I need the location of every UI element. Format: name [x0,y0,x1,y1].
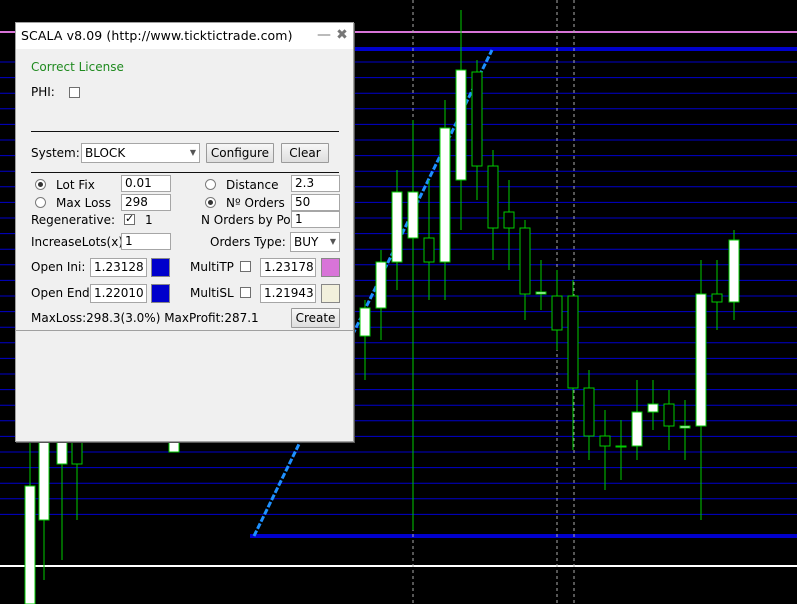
orders-type-select[interactable]: BUY ▼ [290,232,340,252]
system-selected: BLOCK [85,146,126,160]
phi-label: PHI: [31,85,55,99]
candle-body [695,293,707,427]
multi-tp-input[interactable]: 1.23178 [260,258,316,277]
n-orders-label: Nº Orders [226,196,285,210]
candle-body [71,439,83,465]
scala-panel: SCALA v8.09 (http://www.ticktictrade.com… [15,22,354,442]
candle-body [471,71,483,167]
n-orders-by-pos-input[interactable]: 1 [291,211,340,228]
multi-sl-label: MultiSL [190,286,234,300]
candle-body [56,439,68,465]
candle-body [455,69,467,181]
open-ini-label: Open Ini: [31,260,86,274]
candle-body [599,435,611,447]
candle-body [551,295,563,331]
candle-body [711,293,723,303]
candle-body [375,261,387,309]
candle-body [728,239,740,303]
n-orders-radio[interactable] [205,197,216,208]
candle-body [391,191,403,263]
divider [31,131,339,132]
clear-button[interactable]: Clear [281,143,329,163]
candle-body [24,485,36,604]
candle-body [663,403,675,427]
multi-tp-color-swatch[interactable] [321,258,340,277]
multi-sl-checkbox[interactable] [240,287,251,298]
chevron-down-icon: ▼ [329,237,336,246]
window-title: SCALA v8.09 (http://www.ticktictrade.com… [21,28,293,43]
orders-type-selected: BUY [294,235,319,249]
candle-body [487,165,499,229]
candle-body [583,387,595,437]
open-end-color-swatch[interactable] [151,284,170,303]
divider [31,172,339,173]
candle-body [359,307,371,337]
multi-tp-checkbox[interactable] [240,261,251,272]
multi-sl-input[interactable]: 1.21943 [260,284,316,303]
orders-type-label: Orders Type: [210,235,286,249]
phi-checkbox[interactable] [69,87,80,98]
candle-body [615,445,627,448]
candle-body [38,439,50,521]
candle-body [503,211,515,229]
regenerative-label: Regenerative: [31,213,116,227]
create-button[interactable]: Create [291,308,340,328]
lot-fix-input[interactable]: 0.01 [121,175,171,192]
candle-body [519,227,531,295]
system-select[interactable]: BLOCK ▼ [81,143,200,163]
n-orders-by-pos-label: N Orders by Pos [201,213,291,227]
candle-body [535,291,547,295]
increase-lots-input[interactable]: 1 [121,233,171,250]
license-status: Correct License [31,60,124,74]
max-loss-input[interactable]: 298 [121,194,171,211]
candle-body [407,191,419,239]
open-ini-input[interactable]: 1.23128 [90,258,147,277]
increase-lots-label: IncreaseLots(x) [31,235,121,249]
max-loss-label: Max Loss [56,196,111,210]
minimize-icon[interactable]: — [316,26,332,44]
chevron-down-icon: ▼ [189,148,196,157]
distance-input[interactable]: 2.3 [291,175,340,192]
system-label: System: [31,146,80,160]
configure-button[interactable]: Configure [206,143,274,163]
candle-body [679,425,691,429]
open-ini-color-swatch[interactable] [151,258,170,277]
regenerative-checkbox[interactable] [124,212,135,225]
n-orders-input[interactable]: 50 [291,194,340,211]
summary-text: MaxLoss:298.3(3.0%) MaxProfit:287.1 [31,311,259,325]
distance-radio[interactable] [205,179,216,190]
open-end-input[interactable]: 1.22010 [90,284,147,303]
multi-sl-color-swatch[interactable] [321,284,340,303]
candle-body [439,127,451,263]
regenerative-value: 1 [145,213,153,227]
lot-fix-radio[interactable] [35,179,46,190]
candle-body [631,411,643,447]
title-bar[interactable]: SCALA v8.09 (http://www.ticktictrade.com… [16,23,353,49]
candle-body [567,295,579,389]
close-icon[interactable]: ✖ [334,26,350,44]
lot-fix-label: Lot Fix [56,178,95,192]
candle-body [647,403,659,413]
distance-label: Distance [226,178,279,192]
multi-tp-label: MultiTP [190,260,234,274]
max-loss-radio[interactable] [35,197,46,208]
candle-body [423,237,435,263]
open-end-label: Open End: [31,286,94,300]
divider [16,330,353,331]
